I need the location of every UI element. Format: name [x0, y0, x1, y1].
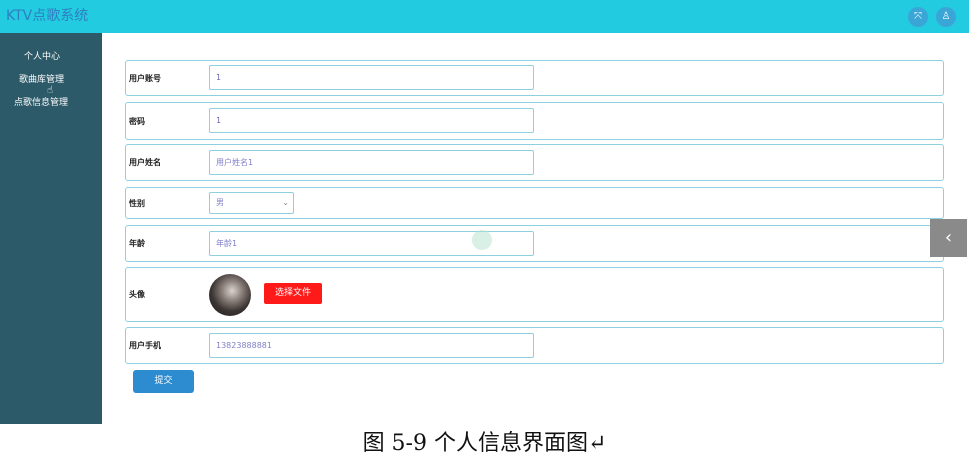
- gender-label: 性别: [129, 199, 145, 208]
- form-row-account: 用户账号 1: [125, 60, 944, 96]
- top-bar: KTV点歌系统 ⤧ ♙: [0, 0, 969, 33]
- phone-label: 用户手机: [129, 341, 161, 350]
- chevron-left-icon: ‹: [944, 227, 953, 248]
- form-row-password: 密码 1: [125, 102, 944, 140]
- user-icon[interactable]: ♙: [936, 7, 956, 27]
- age-label: 年龄: [129, 239, 145, 248]
- account-input[interactable]: 1: [209, 65, 534, 90]
- form-row-avatar: 头像 选择文件: [125, 267, 944, 322]
- mouse-cursor-icon: ☝: [47, 85, 54, 96]
- fullscreen-icon[interactable]: ⤧: [908, 7, 928, 27]
- form-row-name: 用户姓名 用户姓名1: [125, 144, 944, 181]
- chevron-down-icon: ⌄: [282, 198, 289, 207]
- form-row-phone: 用户手机 13823888881: [125, 327, 944, 364]
- avatar-image: [209, 274, 251, 316]
- avatar-label: 头像: [129, 290, 145, 299]
- app-title: KTV点歌系统: [6, 8, 89, 24]
- choose-file-button[interactable]: 选择文件: [264, 283, 322, 304]
- name-label: 用户姓名: [129, 158, 161, 167]
- main-content: 用户账号 1 密码 1 用户姓名 用户姓名1 性别 男 ⌄ 年龄 年龄1 头像 …: [102, 33, 969, 424]
- figure-caption: 图 5-9 个人信息界面图↵: [362, 431, 607, 456]
- phone-input[interactable]: 13823888881: [209, 333, 534, 358]
- account-label: 用户账号: [129, 74, 161, 83]
- collapse-panel-tab[interactable]: ‹: [930, 219, 967, 257]
- gender-value: 男: [216, 198, 224, 207]
- sidebar-item-song-library[interactable]: 歌曲库管理: [19, 74, 64, 86]
- gender-select[interactable]: 男 ⌄: [209, 192, 294, 214]
- click-ripple: [472, 230, 492, 250]
- form-row-gender: 性别 男 ⌄: [125, 187, 944, 219]
- submit-button[interactable]: 提交: [133, 370, 194, 393]
- form-row-age: 年龄 年龄1: [125, 225, 944, 262]
- sidebar-item-personal-center[interactable]: 个人中心: [24, 51, 60, 63]
- name-input[interactable]: 用户姓名1: [209, 150, 534, 175]
- app-window: KTV点歌系统 ⤧ ♙ 个人中心 歌曲库管理 点歌信息管理 ☝ 用户账号 1 密…: [0, 0, 969, 424]
- password-label: 密码: [129, 117, 145, 126]
- sidebar-item-song-requests[interactable]: 点歌信息管理: [14, 97, 68, 109]
- password-input[interactable]: 1: [209, 108, 534, 133]
